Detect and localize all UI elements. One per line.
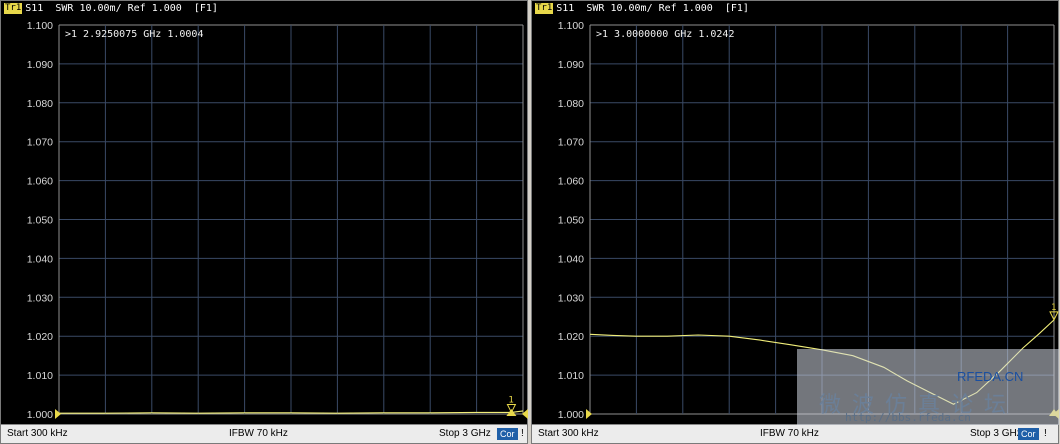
start-frequency: Start 300 kHz [7, 428, 68, 439]
y-tick-label: 1.040 [558, 253, 584, 265]
y-tick-label: 1.060 [27, 176, 53, 188]
y-tick-label: 1.080 [27, 98, 53, 110]
warning-indicator: ! [521, 428, 524, 439]
forum-watermark: RFEDA.CN 微 波 仿 真 论 坛 http://bbs.rfeda.cn [797, 349, 1059, 425]
ifbw-setting: IFBW 70 kHz [229, 428, 288, 439]
left-analyzer-panel: Tr1 S11 SWR 10.00m/ Ref 1.000 [F1] 1.100 1… [0, 0, 528, 444]
reference-level-indicator [55, 409, 61, 419]
y-tick-label: 1.090 [27, 59, 53, 71]
marker-number-label: 1 [508, 395, 513, 405]
correction-badge[interactable]: Cor [497, 428, 518, 440]
y-tick-label: 1.070 [558, 137, 584, 149]
y-tick-label: 1.050 [558, 215, 584, 227]
y-tick-label: 1.090 [558, 59, 584, 71]
y-tick-label: 1.010 [558, 370, 584, 382]
status-footer: Start 300 kHz IFBW 70 kHz Stop 3 GHz Cor… [1, 424, 527, 443]
y-tick-label: 1.000 [558, 409, 584, 421]
watermark-site: RFEDA.CN [957, 369, 1024, 384]
y-tick-label: 1.030 [27, 292, 53, 304]
watermark-url: http://bbs.rfeda.cn [845, 411, 971, 424]
stop-frequency: Stop 3 GHz [970, 428, 1022, 439]
y-tick-label: 1.020 [27, 331, 53, 343]
start-frequency: Start 300 kHz [538, 428, 599, 439]
warning-indicator: ! [1044, 428, 1047, 439]
y-tick-label: 1.000 [27, 409, 53, 421]
y-tick-label: 1.040 [27, 253, 53, 265]
marker-number-label: 1 [1051, 303, 1056, 313]
ifbw-setting: IFBW 70 kHz [760, 428, 819, 439]
marker-readout: >1 3.0000000 GHz 1.0242 [596, 29, 734, 40]
smith-swr-plot: 1.100 1.090 1.080 1.070 1.060 1.050 1.040 1.030… [27, 20, 528, 421]
y-tick-label: 1.070 [27, 137, 53, 149]
y-tick-label: 1.010 [27, 370, 53, 382]
marker-readout: >1 2.9250075 GHz 1.0004 [65, 29, 203, 40]
y-tick-label: 1.080 [558, 98, 584, 110]
y-tick-label: 1.100 [558, 20, 584, 32]
right-analyzer-panel: Tr1 S11 SWR 10.00m/ Ref 1.000 [F1] 1.100 1… [531, 0, 1059, 444]
y-tick-label: 1.020 [558, 331, 584, 343]
y-tick-label: 1.100 [27, 20, 53, 32]
correction-badge[interactable]: Cor [1018, 428, 1039, 440]
y-tick-label: 1.050 [27, 215, 53, 227]
stop-frequency: Stop 3 GHz [439, 428, 491, 439]
reference-level-indicator [586, 409, 592, 419]
y-tick-label: 1.030 [558, 292, 584, 304]
status-footer: Start 300 kHz IFBW 70 kHz Stop 3 GHz Cor… [532, 424, 1058, 443]
y-tick-label: 1.060 [558, 176, 584, 188]
